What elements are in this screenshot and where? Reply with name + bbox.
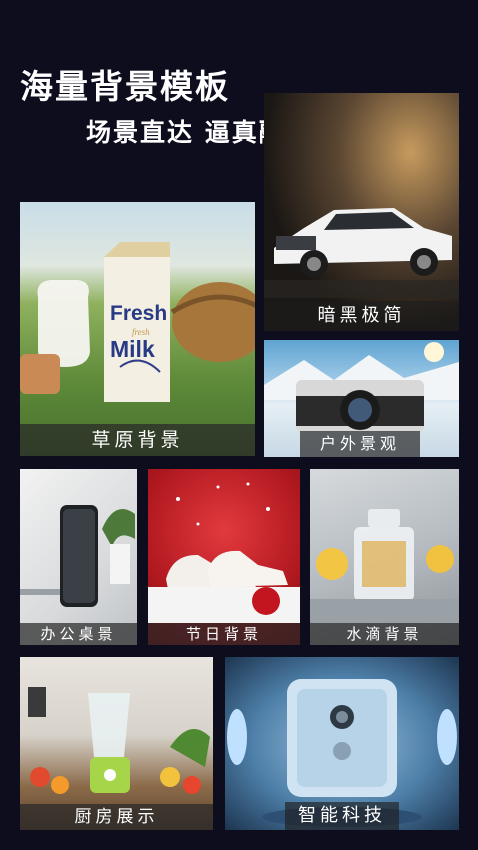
card-label: 办公桌景: [20, 623, 137, 645]
template-card-kitchen[interactable]: 厨房展示: [20, 657, 213, 830]
perfume-image: [310, 509, 459, 623]
card-label: 暗黑极简: [264, 301, 459, 331]
card-label: 水滴背景: [310, 623, 459, 645]
template-card-dark-minimal[interactable]: 暗黑极简: [264, 93, 459, 331]
sneaker-image: [148, 482, 300, 623]
carton-text-milk: Milk: [110, 336, 155, 362]
carton-text-fresh: Fresh: [110, 302, 168, 325]
template-card-outdoor[interactable]: 户外景观: [264, 340, 459, 457]
blender-image: [28, 687, 210, 794]
card-label: 节日背景: [148, 623, 300, 645]
card-label: 厨房展示: [20, 804, 213, 830]
template-card-tech[interactable]: 智能科技: [225, 657, 459, 830]
template-card-holiday[interactable]: 节日背景: [148, 469, 300, 645]
template-card-water[interactable]: 水滴背景: [310, 469, 459, 645]
page-title: 海量背景模板: [20, 67, 230, 106]
template-card-grassland[interactable]: Fresh fresh Milk 草原背景: [20, 202, 255, 456]
card-label: 户外景观: [300, 431, 420, 457]
card-label: 智能科技: [285, 802, 399, 830]
card-label: 草原背景: [20, 424, 255, 456]
template-card-office[interactable]: 办公桌景: [20, 469, 137, 645]
car-image: [264, 208, 459, 298]
phone-image: [20, 505, 135, 607]
